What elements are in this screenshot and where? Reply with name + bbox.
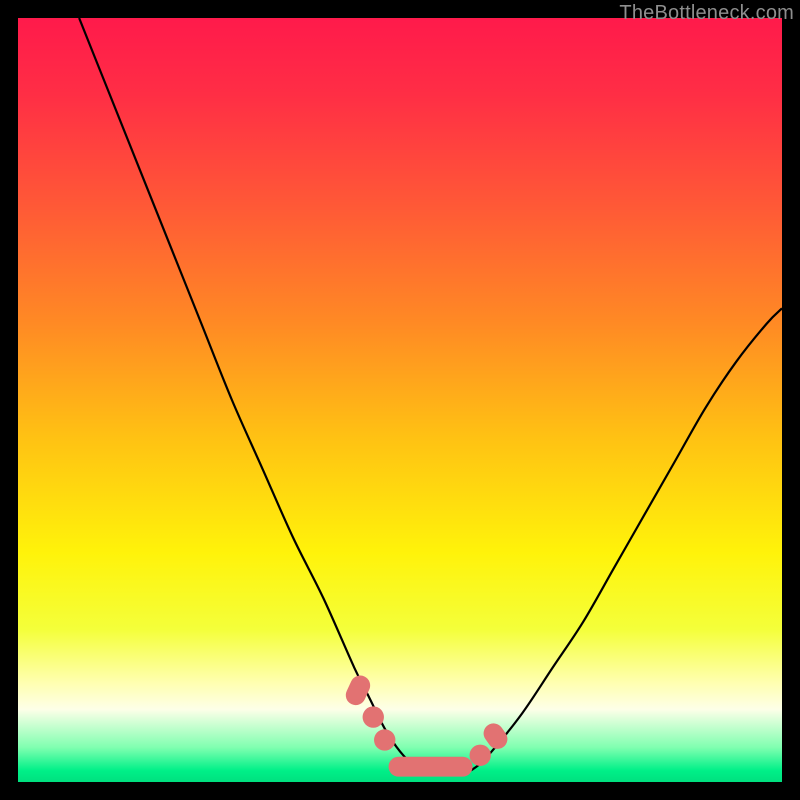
marker-pill [389,757,473,777]
bottleneck-chart [18,18,782,782]
marker-dot [470,745,491,766]
chart-background [18,18,782,782]
marker-dot [363,706,384,727]
chart-frame [18,18,782,782]
marker-dot [374,729,395,750]
watermark-text: TheBottleneck.com [619,2,794,25]
